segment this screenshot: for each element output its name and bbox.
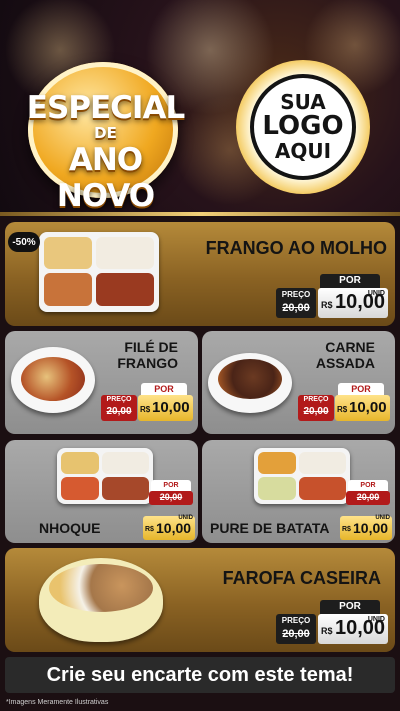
bowl-food <box>49 564 153 612</box>
new-price: 10,00 <box>349 399 387 416</box>
new-price: 10,00 <box>152 399 190 416</box>
preco-label: PREÇO <box>303 396 329 403</box>
bowl-food <box>21 357 85 401</box>
title-line-2: ASSADA <box>315 355 375 372</box>
title-line-2: FRANGO <box>117 355 178 372</box>
por-label: POR <box>141 383 187 395</box>
old-price: 20,00 <box>356 492 380 502</box>
tray-cell <box>299 452 346 474</box>
preco-label: PREÇO <box>106 396 132 403</box>
food-tray-image <box>57 448 153 504</box>
por-label: POR <box>338 383 384 395</box>
tray-cell <box>44 273 92 306</box>
logo-line-3: AQUI <box>274 138 332 163</box>
price-box: POR PREÇO 20,00 R$ 10,00 <box>298 383 390 425</box>
seal-line-3: ANO NOVO <box>56 142 155 214</box>
tray-cell <box>258 477 296 500</box>
divider <box>0 212 400 216</box>
product-title: NHOQUE <box>39 520 101 536</box>
new-price-box: R$ 10,00 <box>138 395 193 421</box>
tray-cell <box>44 237 92 269</box>
product-card-frango-ao-molho[interactable]: FRANGO AO MOLHO POR PREÇO 20,00 R$ 10,00… <box>5 222 395 326</box>
logo-placeholder[interactable]: SUA LOGO AQUI <box>250 74 356 180</box>
product-card-file-de-frango[interactable]: FILÉ DE FRANGO POR PREÇO 20,00 R$ 10,00 <box>5 331 198 434</box>
tray-cell <box>299 477 346 500</box>
unit-label: UNID <box>367 616 385 623</box>
new-price-box: R$ 10,00 UNID <box>318 288 388 318</box>
por-label: POR <box>320 600 380 614</box>
product-title: CARNE ASSADA <box>316 339 375 371</box>
product-title: FAROFA CASEIRA <box>222 568 381 588</box>
tray-cell <box>258 452 296 474</box>
tray-cell <box>61 452 99 474</box>
price-box: POR PREÇO 20,00 R$ 10,00 <box>101 383 193 425</box>
price-box: POR PREÇO 20,00 R$ 10,00 UNID <box>276 274 388 320</box>
old-price: 20,00 <box>106 406 132 417</box>
currency: R$ <box>140 405 151 414</box>
por-label: POR <box>348 480 388 491</box>
old-price-box: PREÇO 20,00 <box>101 395 137 421</box>
currency: R$ <box>321 300 333 310</box>
tray-cell <box>102 452 149 474</box>
especial-ano-novo-seal: ESPECIAL DE ANO NOVO <box>18 62 193 214</box>
new-price: 10,00 <box>156 520 192 536</box>
old-price-box: 20,00 <box>149 491 193 505</box>
product-card-nhoque[interactable]: NHOQUE POR 20,00 R$ 10,00 UNID <box>5 440 198 543</box>
old-price: 20,00 <box>303 406 329 417</box>
por-label: POR <box>151 480 191 491</box>
new-price: 10,00 <box>353 520 389 536</box>
price-box: POR 20,00 R$ 10,00 UNID <box>143 480 195 540</box>
preco-label: PREÇO <box>281 290 311 299</box>
title-line-1: CARNE <box>325 339 375 355</box>
disclaimer-text: *Imagens Meramente Ilustrativas <box>6 699 109 706</box>
old-price: 20,00 <box>282 628 310 640</box>
discount-badge: -50% <box>8 232 40 252</box>
old-price-box: PREÇO 20,00 <box>276 614 316 644</box>
preco-label: PREÇO <box>281 616 311 625</box>
old-price-box: 20,00 <box>346 491 390 505</box>
product-card-pure-de-batata[interactable]: PURE DE BATATA POR 20,00 R$ 10,00 UNID <box>202 440 395 543</box>
food-bowl-image <box>11 347 95 413</box>
hero-banner: ESPECIAL DE ANO NOVO SUA LOGO AQUI <box>0 0 400 215</box>
bowl-food <box>218 359 282 399</box>
price-box: POR 20,00 R$ 10,00 UNID <box>340 480 392 540</box>
new-price-box: R$ 10,00 UNID <box>340 515 392 540</box>
unit-label: UNID <box>367 290 385 297</box>
old-price-box: PREÇO 20,00 <box>276 288 316 318</box>
logo-line-2: LOGO <box>262 111 344 142</box>
product-title: FILÉ DE FRANGO <box>117 339 178 371</box>
old-price: 20,00 <box>159 492 183 502</box>
por-label: POR <box>320 274 380 288</box>
seal-line-1: ESPECIAL <box>26 90 185 126</box>
new-price-box: R$ 10,00 UNID <box>143 515 195 540</box>
tray-cell <box>96 273 154 306</box>
old-price-box: PREÇO 20,00 <box>298 395 334 421</box>
product-card-carne-assada[interactable]: CARNE ASSADA POR PREÇO 20,00 R$ 10,00 <box>202 331 395 434</box>
tray-cell <box>96 237 154 269</box>
new-price-box: R$ 10,00 <box>335 395 390 421</box>
unit-label: UNID <box>375 515 390 521</box>
title-line-1: FILÉ DE <box>124 339 178 355</box>
food-bowl-image <box>39 558 163 642</box>
currency: R$ <box>342 526 351 533</box>
currency: R$ <box>337 405 348 414</box>
seal-line-2: DE <box>94 124 117 142</box>
food-tray-image <box>254 448 350 504</box>
cta-banner[interactable]: Crie seu encarte com este tema! <box>5 657 395 693</box>
unit-label: UNID <box>178 515 193 521</box>
old-price: 20,00 <box>282 302 310 314</box>
product-title: FRANGO AO MOLHO <box>205 238 387 258</box>
product-title: PURE DE BATATA <box>210 520 330 536</box>
product-card-farofa-caseira[interactable]: FAROFA CASEIRA POR PREÇO 20,00 R$ 10,00 … <box>5 548 395 652</box>
currency: R$ <box>145 526 154 533</box>
tray-cell <box>61 477 99 500</box>
price-box: POR PREÇO 20,00 R$ 10,00 UNID <box>276 600 388 646</box>
logo-line-1: SUA <box>280 90 326 115</box>
currency: R$ <box>321 626 333 636</box>
food-bowl-image <box>208 353 292 413</box>
tray-cell <box>102 477 149 500</box>
new-price-box: R$ 10,00 UNID <box>318 614 388 644</box>
food-tray-image <box>39 232 159 312</box>
